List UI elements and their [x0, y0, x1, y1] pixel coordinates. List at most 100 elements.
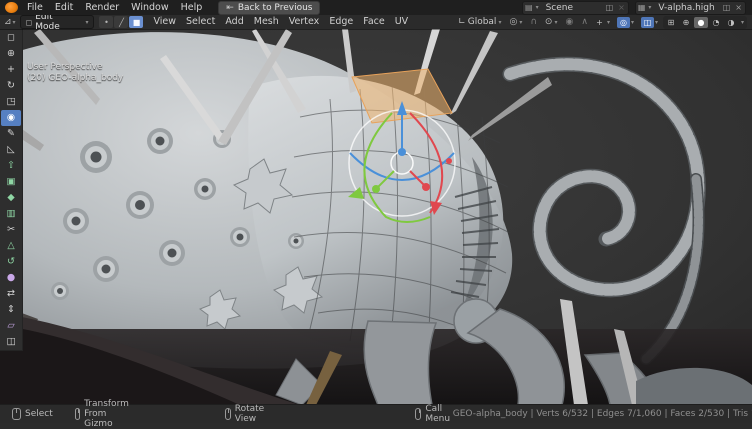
edge-select-button[interactable]: ╱: [114, 16, 128, 28]
gizmo-x-handle[interactable]: [422, 183, 430, 191]
overlays-icon: ◎: [617, 17, 630, 28]
topbar-menu[interactable]: Edit: [49, 0, 79, 15]
face-select-button[interactable]: ■: [129, 16, 143, 28]
topbar-menu[interactable]: Help: [175, 0, 209, 15]
chevron-down-icon: ▾: [554, 19, 557, 26]
tool-poly-build[interactable]: △: [1, 238, 21, 254]
top-menu-bar: FileEditRenderWindowHelp ⇤ Back to Previ…: [0, 0, 752, 15]
xray-toggle[interactable]: ◫ ▾: [639, 16, 660, 28]
keymap-hint: Call Menu: [415, 399, 453, 429]
viewport-menu[interactable]: Vertex: [284, 15, 325, 29]
delete-scene-icon[interactable]: ×: [617, 3, 626, 12]
gizmo-icon: +: [593, 17, 606, 28]
mouse-icon: [225, 408, 231, 420]
gizmo-y-handle[interactable]: [372, 185, 380, 193]
editor-type-icon: ⊿: [4, 17, 12, 27]
tool-transform[interactable]: ◉: [1, 110, 21, 126]
viewport-shading-group: ⊞ ⊕ ● ◔ ◑ ▾: [663, 16, 747, 29]
tool-extrude-region[interactable]: ⇧: [1, 158, 21, 174]
new-scene-icon[interactable]: ◫: [605, 3, 615, 12]
mouse-icon: [75, 408, 80, 420]
back-to-previous-button[interactable]: ⇤ Back to Previous: [218, 1, 320, 15]
keymap-hint: Select: [12, 399, 53, 429]
scene-selector[interactable]: ▤ ▾ Scene ◫ ×: [522, 1, 629, 15]
tool-inset-faces[interactable]: ▣: [1, 174, 21, 190]
chevron-down-icon[interactable]: ▾: [739, 19, 746, 26]
vertex-select-button[interactable]: •: [99, 16, 113, 28]
viewport-menu[interactable]: Edge: [324, 15, 358, 29]
object-label: (20) GEO-alpha_body: [27, 73, 123, 84]
tool-select-box[interactable]: ◻: [1, 30, 21, 46]
shading-wireframe-button[interactable]: ⊕: [679, 17, 693, 28]
tool-annotate[interactable]: ✎: [1, 126, 21, 142]
shading-rendered-button[interactable]: ◑: [724, 17, 738, 28]
back-icon: ⇤: [226, 3, 234, 13]
tool-move[interactable]: +: [1, 62, 21, 78]
tool-knife[interactable]: ✂: [1, 222, 21, 238]
chevron-down-icon[interactable]: ▾: [655, 19, 658, 26]
chevron-down-icon: ▾: [519, 19, 522, 26]
tool-shear[interactable]: ▱: [1, 318, 21, 334]
chevron-down-icon: ▾: [13, 19, 16, 26]
editor-type-button[interactable]: ⊿ ▾: [4, 17, 16, 27]
transform-orientation-dropdown[interactable]: ∟ Global ▾: [455, 16, 504, 28]
tool-rip-region[interactable]: ◫: [1, 334, 21, 350]
tool-cursor[interactable]: ⊕: [1, 46, 21, 62]
mouse-icon: [415, 408, 421, 420]
proportional-falloff-dropdown[interactable]: ∧: [578, 16, 591, 28]
chevron-down-icon[interactable]: ▾: [648, 4, 651, 11]
3d-viewport[interactable]: User Perspective (20) GEO-alpha_body: [0, 29, 752, 405]
proportional-editing-toggle[interactable]: ◉: [562, 16, 576, 28]
viewport-menu[interactable]: Add: [220, 15, 248, 29]
proportional-editing-icon: ◉: [565, 17, 573, 27]
scene-statistics: GEO-alpha_body | Verts 6/532 | Edges 7/1…: [453, 409, 752, 419]
chevron-down-icon[interactable]: ▾: [536, 4, 539, 11]
scene-name[interactable]: Scene: [542, 3, 602, 13]
tool-edge-slide[interactable]: ⇄: [1, 286, 21, 302]
shading-solid-button[interactable]: ●: [694, 17, 708, 28]
mouse-icon: [12, 408, 21, 420]
tool-scale[interactable]: ◳: [1, 94, 21, 110]
view-layer-name[interactable]: V-alpha.high: [654, 3, 718, 13]
tool-smooth[interactable]: ●: [1, 270, 21, 286]
scene-render: [0, 29, 752, 405]
delete-layer-icon[interactable]: ×: [734, 3, 743, 12]
view-layer-selector[interactable]: ▦ ▾ V-alpha.high ◫ ×: [635, 1, 746, 15]
viewport-menu[interactable]: UV: [390, 15, 413, 29]
status-bar: Select Transform From Gizmo Rotate View …: [0, 404, 752, 423]
gizmo-z-handle[interactable]: [398, 148, 406, 156]
viewport-menu[interactable]: View: [148, 15, 181, 29]
tool-spin[interactable]: ↺: [1, 254, 21, 270]
viewport-menu[interactable]: Face: [358, 15, 389, 29]
orientation-icon: ∟: [458, 17, 466, 27]
shading-material-button[interactable]: ◔: [709, 17, 723, 28]
mode-icon: ◻: [26, 18, 33, 27]
topbar-menu[interactable]: File: [21, 0, 49, 15]
pivot-point-dropdown[interactable]: ◎ ▾: [506, 16, 525, 28]
new-layer-icon[interactable]: ◫: [722, 3, 732, 12]
tool-measure[interactable]: ◺: [1, 142, 21, 158]
viewport-menu[interactable]: Select: [181, 15, 220, 29]
viewport-menu[interactable]: Mesh: [249, 15, 284, 29]
chevron-down-icon[interactable]: ▾: [631, 19, 634, 26]
show-overlays-toggle[interactable]: ◎ ▾: [615, 16, 636, 28]
snap-toggle[interactable]: ∩: [527, 16, 540, 28]
mode-dropdown[interactable]: ◻ Edit Mode ▾: [20, 15, 95, 29]
tool-bevel[interactable]: ◆: [1, 190, 21, 206]
topbar-menu[interactable]: Render: [79, 0, 125, 15]
tool-loop-cut[interactable]: ▥: [1, 206, 21, 222]
pivot-point-icon: ◎: [509, 17, 517, 27]
show-gizmo-toggle[interactable]: + ▾: [591, 16, 612, 28]
view-layer-icon: ▦: [638, 3, 646, 12]
chevron-down-icon[interactable]: ▾: [607, 19, 610, 26]
keymap-hint: Transform From Gizmo: [75, 399, 133, 429]
snap-target-dropdown[interactable]: ⊙ ▾: [542, 16, 561, 28]
snap-target-icon: ⊙: [545, 17, 553, 27]
tool-shrink-fatten[interactable]: ⇕: [1, 302, 21, 318]
blender-logo-icon[interactable]: [5, 2, 18, 13]
scene-icon: ▤: [525, 3, 533, 12]
tool-rotate[interactable]: ↻: [1, 78, 21, 94]
magnet-icon: ∩: [530, 17, 537, 27]
topbar-menu[interactable]: Window: [125, 0, 174, 15]
shading-xray-button[interactable]: ⊞: [664, 17, 678, 28]
